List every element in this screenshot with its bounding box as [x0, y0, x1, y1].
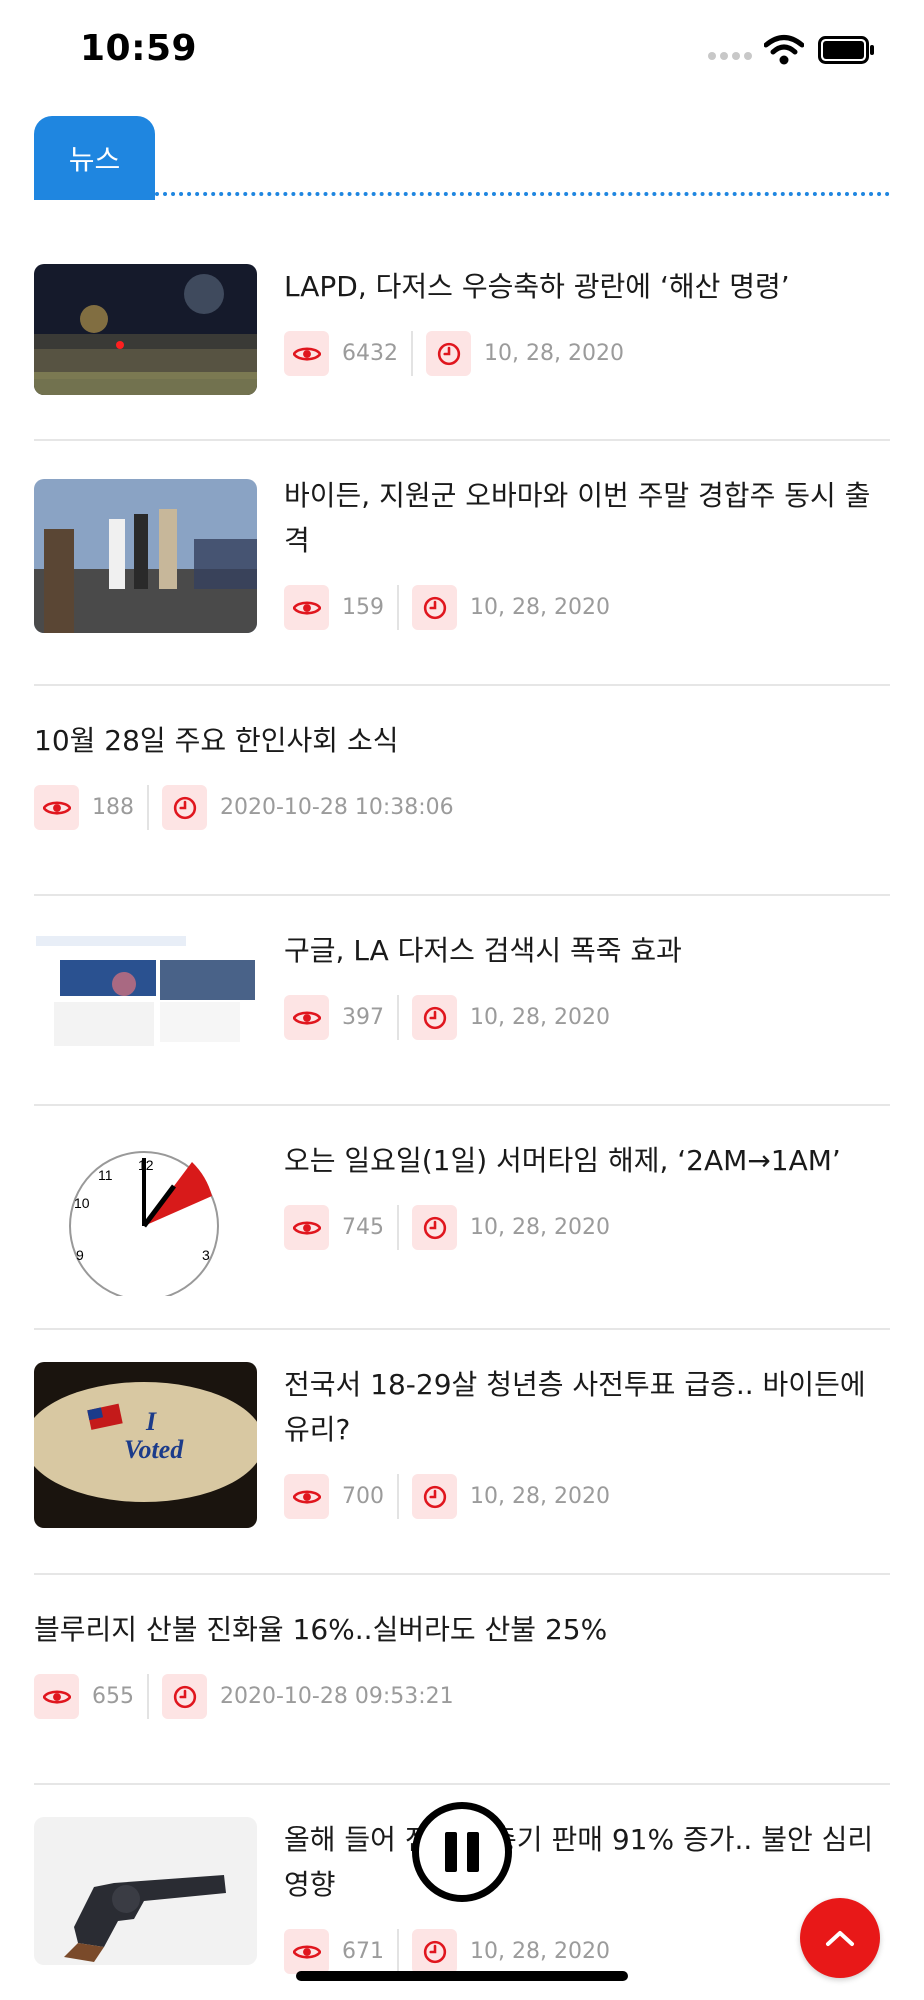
news-date: 10, 28, 2020	[470, 1484, 610, 1509]
view-count: 700	[342, 1484, 384, 1509]
eye-icon	[34, 785, 79, 830]
news-title[interactable]: 구글, LA 다저스 검색시 폭죽 효과	[284, 928, 890, 973]
news-title[interactable]: 바이든, 지원군 오바마와 이번 주말 경합주 동시 출격	[284, 473, 890, 563]
news-date: 2020-10-28 09:53:21	[220, 1684, 454, 1709]
list-item[interactable]: 블루리지 산불 진화율 16%..실버라도 산불 25% 655 2020-10…	[34, 1575, 890, 1785]
news-meta: 159 10, 28, 2020	[284, 585, 890, 630]
news-meta: 188 2020-10-28 10:38:06	[34, 785, 890, 830]
news-meta: 745 10, 28, 2020	[284, 1205, 890, 1250]
news-date: 2020-10-28 10:38:06	[220, 795, 454, 820]
eye-icon	[284, 1205, 329, 1250]
meta-divider	[397, 1205, 399, 1250]
status-time: 10:59	[80, 28, 198, 69]
news-meta: 700 10, 28, 2020	[284, 1474, 890, 1519]
news-date: 10, 28, 2020	[470, 595, 610, 620]
news-date: 10, 28, 2020	[470, 1939, 610, 1964]
eye-icon	[284, 331, 329, 376]
tab-underline	[155, 192, 890, 196]
news-title[interactable]: LAPD, 다저스 우승축하 광란에 ‘해산 명령’	[284, 264, 890, 309]
home-indicator[interactable]	[296, 1971, 628, 1981]
svg-text:10: 10	[74, 1195, 90, 1211]
meta-divider	[147, 1674, 149, 1719]
news-date: 10, 28, 2020	[470, 1005, 610, 1030]
wifi-icon	[764, 35, 804, 65]
cellular-signal-icon	[708, 52, 752, 60]
chevron-up-icon	[826, 1931, 854, 1946]
battery-icon	[818, 36, 874, 64]
view-count: 745	[342, 1215, 384, 1240]
news-thumbnail	[34, 479, 257, 633]
list-item[interactable]: I Voted 전국서 18-29살 청년층 사전투표 급증.. 바이든에 유리…	[34, 1330, 890, 1575]
list-item[interactable]: LAPD, 다저스 우승축하 광란에 ‘해산 명령’ 6432 10, 28, …	[34, 200, 890, 441]
svg-text:I: I	[145, 1407, 157, 1436]
news-meta: 397 10, 28, 2020	[284, 995, 890, 1040]
clock-icon	[412, 1474, 457, 1519]
meta-divider	[397, 1929, 399, 1974]
meta-divider	[147, 785, 149, 830]
news-title[interactable]: 블루리지 산불 진화율 16%..실버라도 산불 25%	[34, 1607, 890, 1652]
news-thumbnail: 12 11 10 9 3	[34, 1136, 257, 1296]
news-meta: 655 2020-10-28 09:53:21	[34, 1674, 890, 1719]
meta-divider	[397, 585, 399, 630]
svg-text:Voted: Voted	[124, 1435, 184, 1464]
eye-icon	[284, 585, 329, 630]
list-item[interactable]: 12 11 10 9 3 오는 일요일(1일) 서머타임 해제, ‘2AM→1A…	[34, 1106, 890, 1330]
svg-text:3: 3	[202, 1247, 210, 1263]
tab-news[interactable]: 뉴스	[34, 116, 155, 200]
clock-icon	[412, 995, 457, 1040]
pause-icon[interactable]	[412, 1802, 512, 1902]
view-count: 397	[342, 1005, 384, 1030]
news-date: 10, 28, 2020	[470, 1215, 610, 1240]
scroll-top-button[interactable]	[800, 1898, 880, 1978]
news-thumbnail: I Voted	[34, 1362, 257, 1528]
clock-icon	[412, 1205, 457, 1250]
list-item[interactable]: 바이든, 지원군 오바마와 이번 주말 경합주 동시 출격 159 10, 28…	[34, 441, 890, 686]
clock-icon	[412, 585, 457, 630]
svg-text:12: 12	[138, 1157, 154, 1173]
news-thumbnail	[34, 264, 257, 395]
view-count: 671	[342, 1939, 384, 1964]
news-date: 10, 28, 2020	[484, 341, 624, 366]
view-count: 159	[342, 595, 384, 620]
clock-icon	[426, 331, 471, 376]
meta-divider	[397, 1474, 399, 1519]
eye-icon	[284, 995, 329, 1040]
news-list: LAPD, 다저스 우승축하 광란에 ‘해산 명령’ 6432 10, 28, …	[34, 200, 890, 1995]
view-count: 188	[92, 795, 134, 820]
clock-icon	[162, 1674, 207, 1719]
list-item[interactable]: 10월 28일 주요 한인사회 소식 188 2020-10-28 10:38:…	[34, 686, 890, 896]
meta-divider	[411, 331, 413, 376]
status-bar: 10:59	[0, 0, 924, 100]
clock-icon	[162, 785, 207, 830]
news-title[interactable]: 올해 들어 전국서 총기 판매 91% 증가.. 불안 심리 영향	[284, 1817, 890, 1907]
view-count: 655	[92, 1684, 134, 1709]
clock-icon	[412, 1929, 457, 1974]
eye-icon	[284, 1929, 329, 1974]
svg-text:11: 11	[98, 1167, 113, 1183]
news-thumbnail	[34, 932, 257, 1052]
news-title[interactable]: 전국서 18-29살 청년층 사전투표 급증.. 바이든에 유리?	[284, 1362, 890, 1452]
news-title[interactable]: 오는 일요일(1일) 서머타임 해제, ‘2AM→1AM’	[284, 1138, 890, 1183]
svg-text:9: 9	[76, 1247, 84, 1263]
news-meta: 6432 10, 28, 2020	[284, 331, 890, 376]
list-item[interactable]: 구글, LA 다저스 검색시 폭죽 효과 397 10, 28, 2020	[34, 896, 890, 1106]
view-count: 6432	[342, 341, 398, 366]
eye-icon	[34, 1674, 79, 1719]
meta-divider	[397, 995, 399, 1040]
eye-icon	[284, 1474, 329, 1519]
tab-bar: 뉴스	[34, 116, 890, 200]
news-thumbnail	[34, 1817, 257, 1965]
news-title[interactable]: 10월 28일 주요 한인사회 소식	[34, 718, 890, 763]
